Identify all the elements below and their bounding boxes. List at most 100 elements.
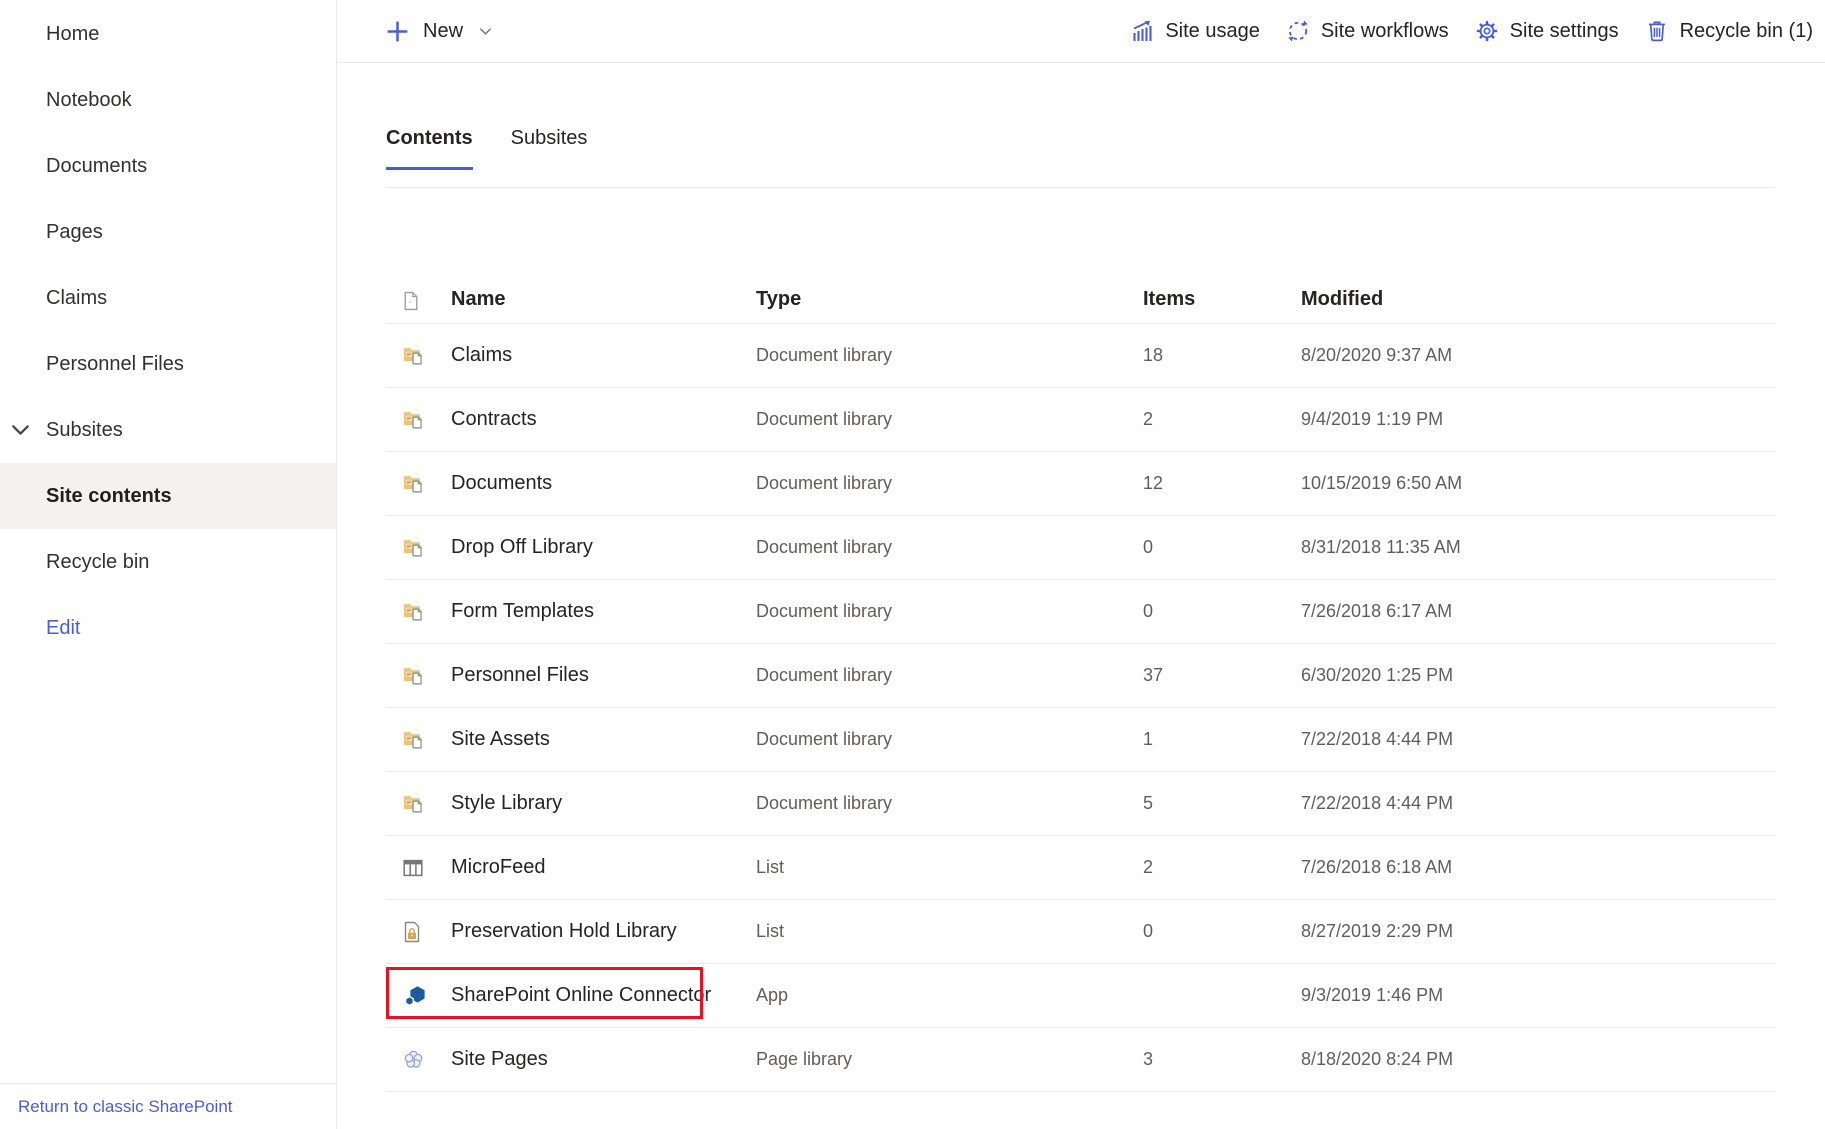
document-library-icon: [386, 474, 451, 493]
column-header-items[interactable]: Items: [1143, 288, 1301, 311]
sidebar-item-label: Recycle bin: [46, 551, 149, 574]
item-name-link[interactable]: Preservation Hold Library: [451, 920, 756, 943]
sidebar-nav: Home Notebook Documents Pages Claims Per…: [0, 0, 336, 661]
sidebar-item-label: Claims: [46, 287, 107, 310]
item-type: Document library: [756, 665, 1143, 686]
item-modified: 7/26/2018 6:18 AM: [1301, 857, 1776, 878]
item-count: 12: [1143, 473, 1301, 494]
site-usage-button[interactable]: Site usage: [1130, 19, 1260, 43]
file-icon: [386, 291, 451, 311]
column-header-modified[interactable]: Modified: [1301, 288, 1776, 311]
table-row[interactable]: Site Pages Page library 3 8/18/2020 8:24…: [386, 1028, 1776, 1092]
item-count: 3: [1143, 1049, 1301, 1070]
item-name-link[interactable]: Claims: [451, 344, 756, 367]
item-type: Document library: [756, 729, 1143, 750]
column-header-name[interactable]: Name: [451, 288, 756, 311]
table-row[interactable]: Claims Document library 18 8/20/2020 9:3…: [386, 324, 1776, 388]
item-name-link[interactable]: MicroFeed: [451, 856, 756, 879]
sidebar-item-claims[interactable]: Claims: [0, 265, 336, 331]
item-type: Document library: [756, 409, 1143, 430]
main-content: New Site usage Site workflows Site setti…: [338, 0, 1825, 1129]
item-type: Document library: [756, 473, 1143, 494]
new-button-label: New: [423, 20, 463, 43]
document-library-icon: [386, 666, 451, 685]
table-row[interactable]: Site Assets Document library 1 7/22/2018…: [386, 708, 1776, 772]
item-name-link[interactable]: Drop Off Library: [451, 536, 756, 559]
item-count: 37: [1143, 665, 1301, 686]
sidebar-item-site-contents[interactable]: Site contents: [0, 463, 336, 529]
item-name-link[interactable]: SharePoint Online Connector: [451, 984, 756, 1007]
action-label: Recycle bin (1): [1680, 20, 1813, 43]
sidebar-item-personnel-files[interactable]: Personnel Files: [0, 331, 336, 397]
item-type: Page library: [756, 1049, 1143, 1070]
site-usage-icon: [1130, 19, 1154, 43]
table-row[interactable]: MicroFeed List 2 7/26/2018 6:18 AM: [386, 836, 1776, 900]
column-header-type[interactable]: Type: [756, 288, 1143, 311]
sidebar-item-pages[interactable]: Pages: [0, 199, 336, 265]
document-library-icon: [386, 602, 451, 621]
sidebar-item-home[interactable]: Home: [0, 1, 336, 67]
tab-bar: Contents Subsites: [386, 125, 1825, 170]
return-to-classic-link[interactable]: Return to classic SharePoint: [18, 1097, 233, 1117]
item-modified: 8/31/2018 11:35 AM: [1301, 537, 1776, 558]
sidebar-item-notebook[interactable]: Notebook: [0, 67, 336, 133]
document-library-icon: [386, 794, 451, 813]
item-name-link[interactable]: Style Library: [451, 792, 756, 815]
table-row[interactable]: Personnel Files Document library 37 6/30…: [386, 644, 1776, 708]
site-workflows-icon: [1286, 19, 1310, 43]
item-modified: 9/4/2019 1:19 PM: [1301, 409, 1776, 430]
sidebar-item-label: Pages: [46, 221, 103, 244]
table-row[interactable]: Drop Off Library Document library 0 8/31…: [386, 516, 1776, 580]
sidebar-footer: Return to classic SharePoint: [0, 1083, 336, 1129]
item-modified: 10/15/2019 6:50 AM: [1301, 473, 1776, 494]
site-settings-button[interactable]: Site settings: [1475, 19, 1619, 43]
item-name-link[interactable]: Site Assets: [451, 728, 756, 751]
table-row[interactable]: Contracts Document library 2 9/4/2019 1:…: [386, 388, 1776, 452]
tab-contents[interactable]: Contents: [386, 125, 473, 170]
item-type: List: [756, 921, 1143, 942]
item-modified: 7/22/2018 4:44 PM: [1301, 793, 1776, 814]
item-name-link[interactable]: Contracts: [451, 408, 756, 431]
site-workflows-button[interactable]: Site workflows: [1286, 19, 1449, 43]
sidebar-item-label: Notebook: [46, 89, 132, 112]
recycle-bin-icon: [1645, 19, 1669, 43]
sidebar-item-label: Subsites: [46, 419, 123, 442]
sidebar-item-documents[interactable]: Documents: [0, 133, 336, 199]
item-modified: 8/27/2019 2:29 PM: [1301, 921, 1776, 942]
chevron-down-icon[interactable]: [9, 419, 32, 442]
item-count: 0: [1143, 601, 1301, 622]
item-name-link[interactable]: Form Templates: [451, 600, 756, 623]
locked-document-icon: [386, 921, 451, 943]
item-name-link[interactable]: Documents: [451, 472, 756, 495]
sidebar-edit-link[interactable]: Edit: [0, 595, 336, 661]
new-button[interactable]: New: [385, 19, 493, 44]
table-row[interactable]: Preservation Hold Library List 0 8/27/20…: [386, 900, 1776, 964]
document-library-icon: [386, 346, 451, 365]
tab-subsites[interactable]: Subsites: [511, 125, 588, 170]
table-row[interactable]: Documents Document library 12 10/15/2019…: [386, 452, 1776, 516]
item-modified: 9/3/2019 1:46 PM: [1301, 985, 1776, 1006]
item-count: 0: [1143, 921, 1301, 942]
sidebar-item-subsites[interactable]: Subsites: [0, 397, 336, 463]
action-label: Site settings: [1510, 20, 1619, 43]
app-icon: [386, 984, 451, 1008]
sidebar: Home Notebook Documents Pages Claims Per…: [0, 0, 337, 1129]
table-row[interactable]: Form Templates Document library 0 7/26/2…: [386, 580, 1776, 644]
table-header: Name Type Items Modified: [386, 188, 1776, 324]
item-modified: 7/26/2018 6:17 AM: [1301, 601, 1776, 622]
item-count: 18: [1143, 345, 1301, 366]
sidebar-item-recycle-bin[interactable]: Recycle bin: [0, 529, 336, 595]
item-modified: 7/22/2018 4:44 PM: [1301, 729, 1776, 750]
item-name-link[interactable]: Site Pages: [451, 1048, 756, 1071]
sidebar-item-label: Personnel Files: [46, 353, 184, 376]
item-name-link[interactable]: Personnel Files: [451, 664, 756, 687]
table-row-sharepoint-online-connector[interactable]: SharePoint Online Connector App 9/3/2019…: [386, 964, 1776, 1028]
table-row[interactable]: Style Library Document library 5 7/22/20…: [386, 772, 1776, 836]
item-count: 0: [1143, 537, 1301, 558]
document-library-icon: [386, 538, 451, 557]
sidebar-item-label: Edit: [46, 617, 80, 640]
plus-icon: [385, 19, 410, 44]
recycle-bin-button[interactable]: Recycle bin (1): [1645, 19, 1813, 43]
document-library-icon: [386, 730, 451, 749]
item-type: Document library: [756, 601, 1143, 622]
